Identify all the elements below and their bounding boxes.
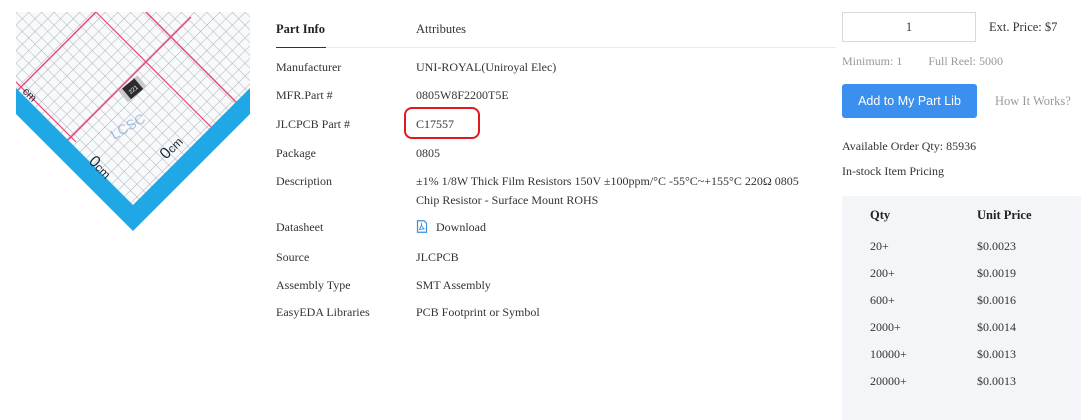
price-table-header-qty: Qty — [870, 208, 891, 222]
source-value: JLCPCB — [416, 250, 459, 264]
active-tab-indicator — [276, 47, 326, 48]
pdf-icon — [416, 220, 428, 233]
tab-part-info[interactable]: Part Info — [276, 22, 325, 37]
price-row-qty: 10000+ — [870, 347, 907, 361]
minimum-qty: Minimum: 1 — [842, 54, 903, 68]
how-it-works-link[interactable]: How It Works? — [995, 94, 1071, 109]
price-row-qty: 2000+ — [870, 320, 901, 334]
source-label: Source — [276, 250, 310, 264]
product-image: 0cm 0cm cm LCSC 221 — [16, 12, 250, 246]
easyeda-label: EasyEDA Libraries — [276, 305, 370, 319]
manufacturer-label: Manufacturer — [276, 60, 342, 74]
jlcpcb-part-label: JLCPCB Part # — [276, 117, 351, 131]
tab-bar: Part Info Attributes — [276, 0, 836, 48]
pcb-footprint-link[interactable]: PCB Footprint or Symbol — [416, 303, 836, 322]
price-row-qty: 20+ — [870, 239, 889, 253]
price-row-qty: 600+ — [870, 293, 895, 307]
assembly-type-value: SMT Assembly — [416, 278, 491, 292]
price-row-price: $0.0013 — [977, 374, 1016, 388]
datasheet-download-link[interactable]: Download — [416, 218, 836, 237]
mfr-part-label: MFR.Part # — [276, 88, 333, 102]
datasheet-label: Datasheet — [276, 220, 324, 234]
price-row-qty: 200+ — [870, 266, 895, 280]
add-to-part-lib-button[interactable]: Add to My Part Lib — [842, 84, 977, 118]
description-label: Description — [276, 174, 332, 188]
price-row-price: $0.0016 — [977, 293, 1016, 307]
mfr-part-value: 0805W8F2200T5E — [416, 88, 509, 102]
price-row-price: $0.0013 — [977, 347, 1016, 361]
manufacturer-value: UNI-ROYAL(Uniroyal Elec) — [416, 60, 557, 74]
package-value: 0805 — [416, 146, 440, 160]
description-value: ±1% 1/8W Thick Film Resistors 150V ±100p… — [416, 172, 836, 210]
price-row-price: $0.0014 — [977, 320, 1016, 334]
package-label: Package — [276, 146, 316, 160]
price-table-header-unit-price: Unit Price — [977, 208, 1032, 222]
datasheet-download-text[interactable]: Download — [436, 220, 486, 234]
price-row-qty: 20000+ — [870, 374, 907, 388]
price-row-price: $0.0023 — [977, 239, 1016, 253]
instock-pricing-title: In-stock Item Pricing — [842, 164, 944, 178]
full-reel-qty: Full Reel: 5000 — [928, 54, 1004, 68]
order-limits: Minimum: 1 Full Reel: 5000 — [842, 54, 1029, 69]
quantity-input[interactable] — [842, 12, 976, 42]
assembly-type-label: Assembly Type — [276, 278, 351, 292]
description-line-1: ±1% 1/8W Thick Film Resistors 150V ±100p… — [416, 174, 799, 188]
price-row-price: $0.0019 — [977, 266, 1016, 280]
resistor-photo: 0cm 0cm cm LCSC 221 — [16, 12, 250, 246]
description-line-2: Chip Resistor - Surface Mount ROHS — [416, 193, 599, 207]
tab-attributes[interactable]: Attributes — [416, 22, 466, 37]
ext-price: Ext. Price: $7 — [989, 20, 1058, 34]
price-table: Qty Unit Price 20+ $0.0023 200+ $0.0019 … — [842, 196, 1081, 420]
highlight-annotation — [404, 107, 480, 139]
available-qty: Available Order Qty: 85936 — [842, 139, 977, 153]
